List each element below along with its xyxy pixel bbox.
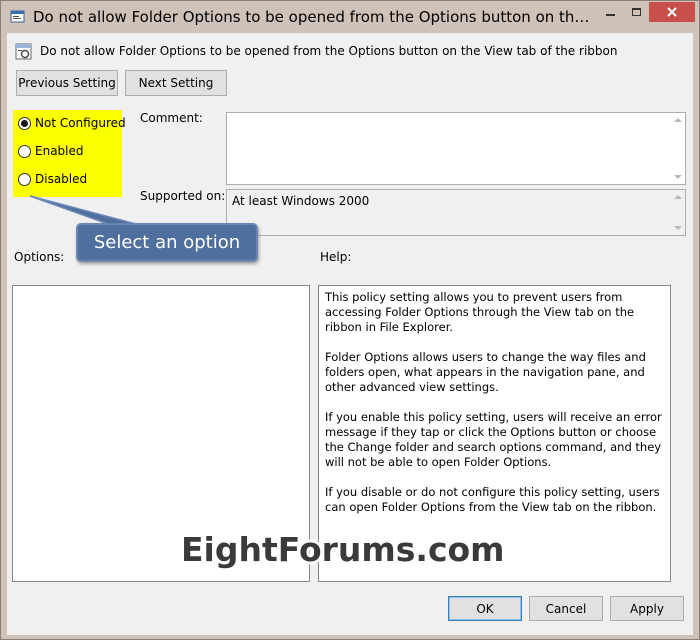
supported-on-value: At least Windows 2000 (232, 194, 370, 208)
policy-setting-icon (15, 43, 32, 60)
radio-enabled[interactable]: Enabled (18, 144, 84, 158)
close-button[interactable] (649, 2, 695, 22)
radio-label: Enabled (35, 144, 84, 158)
scroll-down-icon (674, 175, 682, 179)
radio-not-configured[interactable]: Not Configured (18, 116, 126, 130)
supported-on-field: At least Windows 2000 (226, 189, 686, 236)
select-option-callout: Select an option (76, 223, 258, 262)
help-paragraph: If you disable or do not configure this … (325, 485, 660, 514)
scroll-down-icon (674, 226, 682, 230)
comment-textarea[interactable] (226, 112, 686, 185)
help-paragraph: If you enable this policy setting, users… (325, 410, 662, 469)
help-paragraph: Folder Options allows users to change th… (325, 350, 646, 394)
comment-label: Comment: (140, 111, 203, 125)
radio-disabled[interactable]: Disabled (18, 172, 87, 186)
help-label: Help: (320, 250, 352, 264)
next-setting-button[interactable]: Next Setting (125, 70, 227, 96)
comment-scrollbar[interactable] (672, 113, 685, 184)
supported-scrollbar[interactable] (672, 190, 685, 235)
ok-button[interactable]: OK (448, 596, 522, 621)
close-icon (667, 7, 677, 17)
policy-settings-icon (10, 10, 25, 23)
maximize-button[interactable] (623, 2, 649, 22)
maximize-icon (631, 8, 641, 16)
policy-title: Do not allow Folder Options to be opened… (40, 44, 618, 58)
radio-unselected-icon (18, 172, 31, 186)
scroll-up-icon (674, 195, 682, 199)
help-paragraph: This policy setting allows you to preven… (325, 290, 635, 334)
radio-selected-icon (18, 116, 31, 130)
cancel-button[interactable]: Cancel (529, 596, 603, 621)
apply-button[interactable]: Apply (610, 596, 684, 621)
radio-unselected-icon (18, 144, 31, 158)
watermark-logo: EightForums.com (181, 530, 505, 569)
previous-setting-button[interactable]: Previous Setting (16, 70, 118, 96)
scroll-up-icon (674, 118, 682, 122)
supported-on-label: Supported on: (140, 189, 226, 203)
options-label: Options: (14, 250, 65, 264)
window-title: Do not allow Folder Options to be opened… (33, 8, 593, 26)
minimize-icon (605, 14, 615, 16)
title-bar[interactable]: Do not allow Folder Options to be opened… (1, 1, 699, 33)
radio-label: Disabled (35, 172, 88, 186)
radio-label: Not Configured (35, 116, 126, 130)
minimize-button[interactable] (597, 2, 623, 22)
